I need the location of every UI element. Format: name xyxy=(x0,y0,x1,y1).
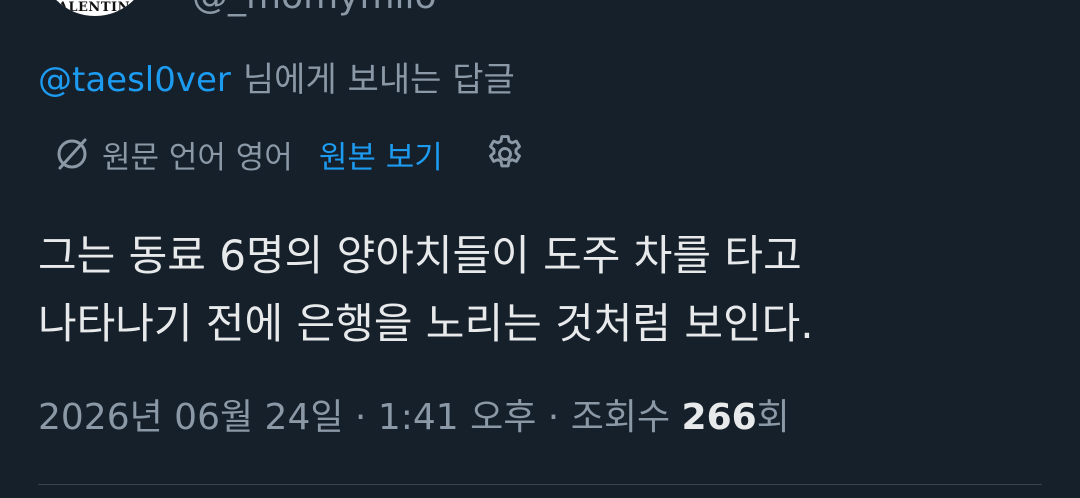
source-language-label: 원문 언어 영어 xyxy=(102,139,293,176)
tweet-text-line: 그는 동료 6명의 양아치들이 도주 차를 타고 xyxy=(38,231,802,280)
reply-suffix: 님에게 보내는 답글 xyxy=(242,60,515,100)
views-label: 조회수 xyxy=(570,397,682,438)
author-avatar[interactable]: VALENTINO xyxy=(40,0,150,16)
tweet-time[interactable]: 1:41 오후 xyxy=(378,397,537,438)
author-handle[interactable]: @_momymilo xyxy=(192,0,437,17)
tweet-date[interactable]: 2026년 06월 24일 xyxy=(38,397,343,438)
show-original-link[interactable]: 원본 보기 xyxy=(319,132,443,177)
divider xyxy=(38,484,1042,485)
views-unit: 회 xyxy=(756,397,790,438)
translation-bar: 원문 언어 영어 원본 보기 xyxy=(52,130,527,178)
views-count[interactable]: 266 xyxy=(682,397,757,438)
avatar-logo-text: VALENTINO xyxy=(48,0,142,15)
translate-icon xyxy=(52,134,92,174)
tweet-metadata: 2026년 06월 24일 · 1:41 오후 · 조회수 266회 xyxy=(38,390,790,446)
gear-icon[interactable] xyxy=(483,132,527,176)
replying-to: @taesl0ver 님에게 보내는 답글 xyxy=(38,56,515,104)
separator: · xyxy=(536,397,571,438)
separator: · xyxy=(343,397,378,438)
reply-handle-link[interactable]: @taesl0ver xyxy=(38,60,231,100)
tweet-text: 그는 동료 6명의 양아치들이 도주 차를 타고 나타나기 전에 은행을 노리는… xyxy=(38,222,1048,358)
tweet-text-line: 나타나기 전에 은행을 노리는 것처럼 보인다. xyxy=(38,299,814,348)
